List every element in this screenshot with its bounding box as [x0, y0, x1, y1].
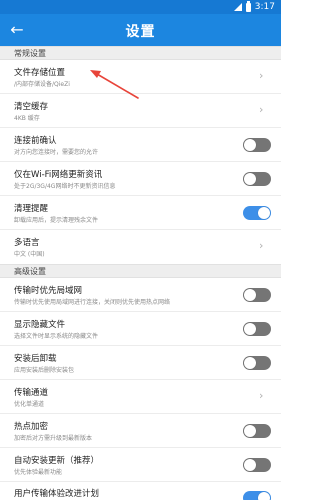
setting-subtitle: 处于2G/3G/4G网络时不更新资讯信息	[14, 183, 116, 190]
setting-subtitle: 加密后对方需升级到最新版本	[14, 435, 93, 442]
delete-after-install-toggle[interactable]	[243, 356, 271, 370]
setting-row-lan-priority: 传输时优先局域网 传输时优先使用局域网进行连接，关闭则优先使用热点网络	[0, 278, 281, 312]
battery-icon	[245, 0, 251, 12]
status-icons: 3:17	[233, 0, 275, 13]
setting-subtitle: 4KB 缓存	[14, 115, 40, 122]
setting-row-wifi-only-news: 仅在Wi-Fi网络更新资讯 处于2G/3G/4G网络时不更新资讯信息	[0, 162, 281, 196]
setting-title: 热点加密	[14, 422, 49, 432]
setting-subtitle: 对方向您连接时，需要您的允许	[14, 149, 99, 156]
setting-subtitle: 优化单通道	[14, 401, 45, 408]
setting-row-clear-cache[interactable]: 清空缓存 4KB 缓存 ›	[0, 94, 281, 128]
lan-priority-toggle[interactable]	[243, 288, 271, 302]
setting-row-confirm-before-connect: 连接前确认 对方向您连接时，需要您的允许	[0, 128, 281, 162]
setting-title: 显示隐藏文件	[14, 320, 66, 330]
show-hidden-files-toggle[interactable]	[243, 322, 271, 336]
setting-subtitle: /内部存储设备/QieZi	[14, 81, 70, 88]
section-header-general: 常规设置	[0, 46, 281, 60]
setting-row-transfer-channel[interactable]: 传输通道 优化单通道 ›	[0, 380, 281, 414]
setting-row-hotspot-encryption: 热点加密 加密后对方需升级到最新版本	[0, 414, 281, 448]
section-label: 常规设置	[14, 49, 46, 58]
status-bar: 3:17	[0, 0, 281, 14]
setting-subtitle: 传输时优先使用局域网进行连接，关闭则优先使用热点网络	[14, 299, 171, 306]
confirm-before-connect-toggle[interactable]	[243, 138, 271, 152]
setting-subtitle: 中文 (中国)	[14, 251, 45, 258]
setting-title: 传输时优先局域网	[14, 286, 83, 296]
setting-row-storage-location[interactable]: 文件存储位置 /内部存储设备/QieZi ›	[0, 60, 281, 94]
section-label: 高级设置	[14, 267, 46, 276]
chevron-right-icon: ›	[259, 239, 264, 252]
setting-row-experience-program: 用户传输体验改进计划	[0, 482, 281, 500]
setting-title: 清空缓存	[14, 102, 49, 112]
section-header-advanced: 高级设置	[0, 264, 281, 278]
setting-title: 连接前确认	[14, 136, 57, 146]
setting-title: 文件存储位置	[14, 68, 66, 78]
chevron-right-icon: ›	[259, 103, 264, 116]
signal-icon	[233, 3, 242, 11]
experience-program-toggle[interactable]	[243, 491, 271, 500]
setting-subtitle: 卸载应用后，提示清理残余文件	[14, 217, 99, 224]
setting-subtitle: 选择文件时显示系统的隐藏文件	[14, 333, 99, 340]
setting-subtitle: 应用安装后删除安装包	[14, 367, 75, 374]
setting-title: 仅在Wi-Fi网络更新资讯	[14, 170, 103, 180]
setting-row-auto-install-updates: 自动安装更新（推荐） 优先体验最新功能	[0, 448, 281, 482]
auto-install-updates-toggle[interactable]	[243, 458, 271, 472]
setting-title: 安装后卸载	[14, 354, 57, 364]
setting-title: 自动安装更新（推荐）	[14, 456, 100, 466]
setting-row-delete-after-install: 安装后卸载 应用安装后删除安装包	[0, 346, 281, 380]
page-title: 设置	[125, 24, 156, 40]
chevron-right-icon: ›	[259, 69, 264, 82]
hotspot-encryption-toggle[interactable]	[243, 424, 271, 438]
setting-title: 传输通道	[14, 388, 49, 398]
setting-row-cleanup-reminder: 清理提醒 卸载应用后，提示清理残余文件	[0, 196, 281, 230]
chevron-right-icon: ›	[259, 389, 264, 402]
app-toolbar: ← 设置	[0, 14, 281, 46]
setting-subtitle: 优先体验最新功能	[14, 469, 63, 476]
setting-row-language[interactable]: 多语言 中文 (中国) ›	[0, 230, 281, 264]
setting-row-show-hidden-files: 显示隐藏文件 选择文件时显示系统的隐藏文件	[0, 312, 281, 346]
setting-title: 多语言	[14, 238, 40, 248]
status-time: 3:17	[254, 2, 275, 12]
setting-title: 清理提醒	[14, 204, 49, 214]
setting-title: 用户传输体验改进计划	[14, 489, 100, 499]
cleanup-reminder-toggle[interactable]	[243, 206, 271, 220]
wifi-only-news-toggle[interactable]	[243, 172, 271, 186]
